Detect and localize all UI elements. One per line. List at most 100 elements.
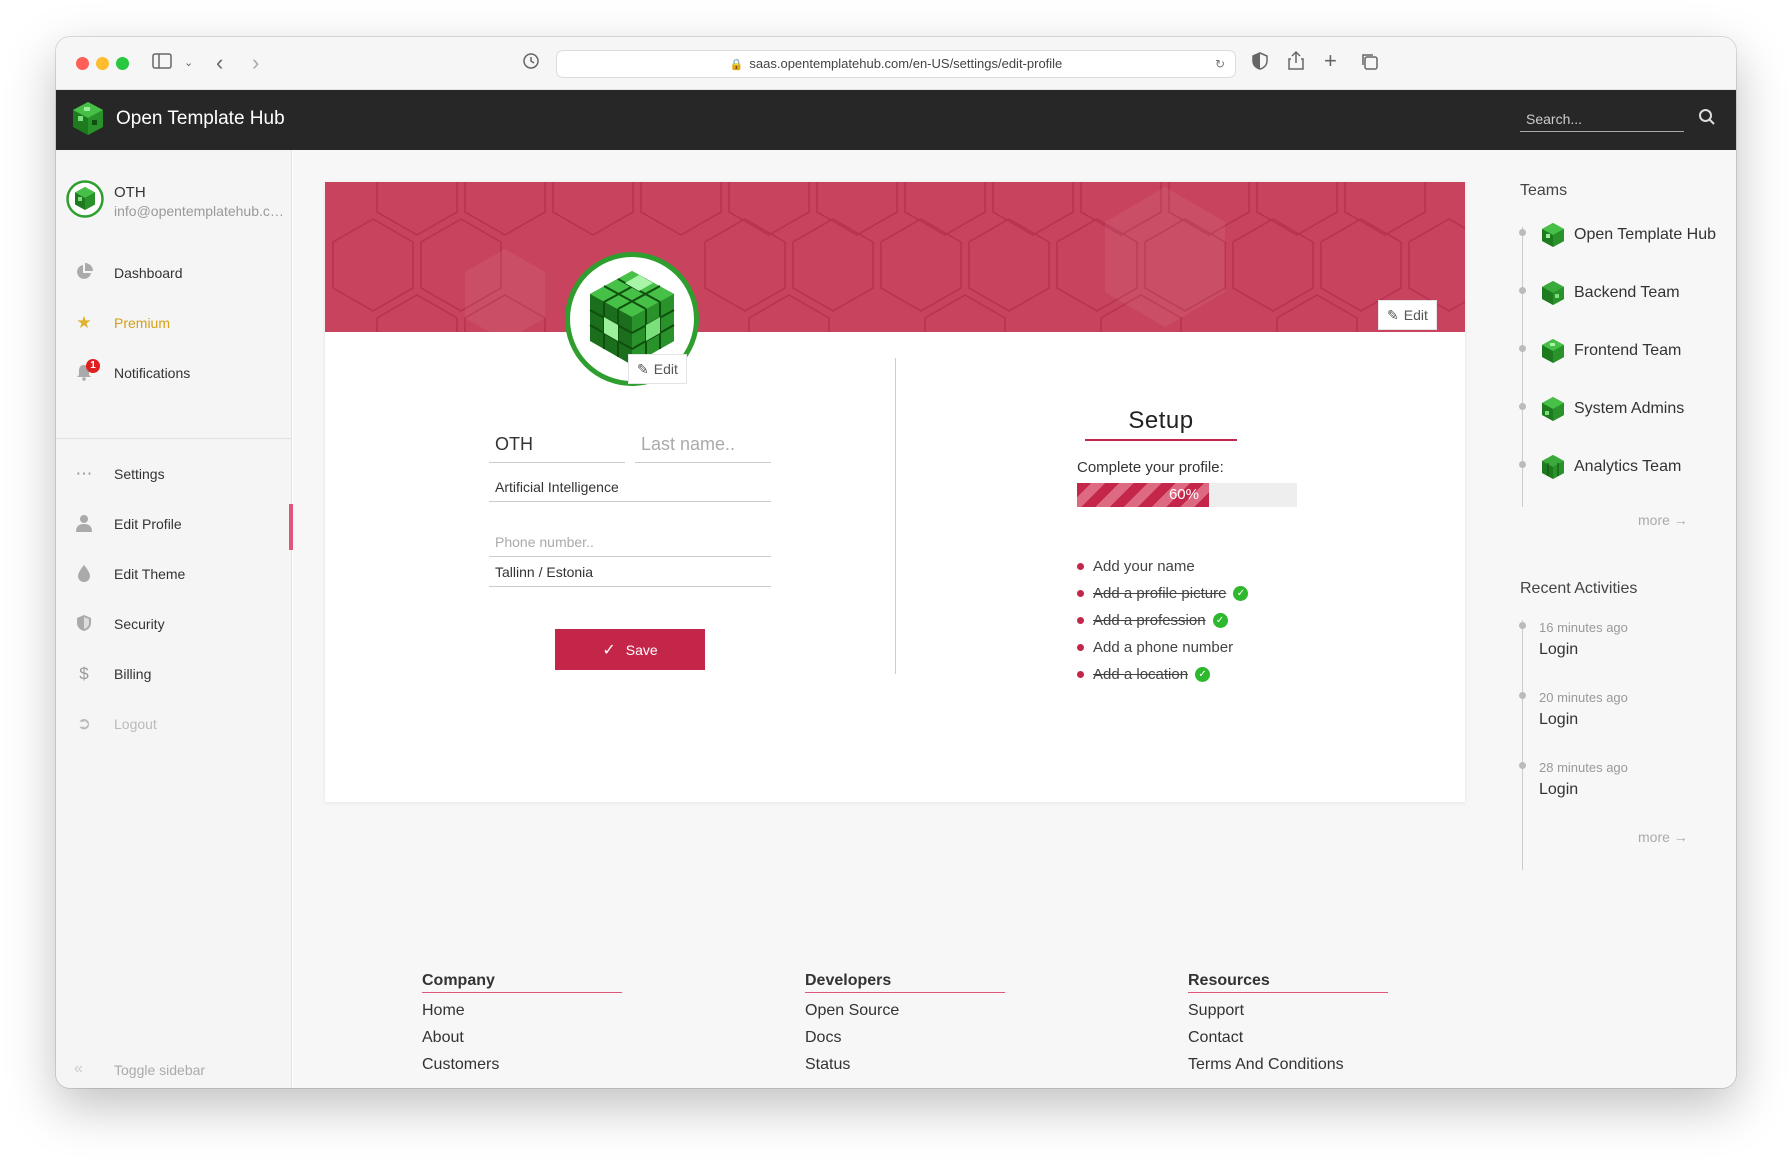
footer-heading: Company (422, 972, 622, 993)
profile-card: ✎ Edit ✎ Edit OTH Last name.. Artificial… (325, 182, 1465, 802)
minimize-window-button[interactable] (96, 57, 109, 70)
footer-link[interactable]: About (422, 1029, 622, 1047)
teams-more-link[interactable]: more → (1638, 512, 1688, 528)
toggle-sidebar-button[interactable]: « Toggle sidebar (56, 1056, 292, 1086)
sidebar-toggle-icon[interactable] (152, 51, 172, 75)
activity-time: 20 minutes ago (1539, 690, 1628, 705)
sidebar-item-label: Security (114, 616, 165, 632)
activity-time: 16 minutes ago (1539, 620, 1628, 635)
setup-underline (1085, 439, 1237, 441)
bullet-icon (1077, 670, 1084, 678)
toggle-sidebar-label: Toggle sidebar (114, 1062, 206, 1078)
sidebar-item-security[interactable]: Security (56, 604, 292, 644)
sidebar-item-billing[interactable]: $ Billing (56, 654, 292, 694)
location-input[interactable] (489, 557, 771, 587)
sidebar-item-label: Logout (114, 716, 157, 732)
footer-link[interactable]: Terms And Conditions (1188, 1056, 1388, 1074)
footer-column-developers: Developers Open Source Docs Status (805, 972, 1005, 1074)
footer-link[interactable]: Support (1188, 1002, 1388, 1020)
star-icon: ★ (76, 313, 92, 332)
cube-logo-icon (1542, 397, 1564, 421)
search-icon[interactable] (1698, 108, 1716, 126)
app-title[interactable]: Open Template Hub (116, 108, 285, 130)
activity-action: Login (1539, 641, 1579, 658)
setup-task: Add a profile picture ✓ (1077, 584, 1249, 606)
sidebar-item-notifications[interactable]: 1 Notifications (56, 353, 292, 393)
footer-link[interactable]: Status (805, 1056, 1005, 1074)
cube-logo-icon[interactable] (70, 100, 106, 136)
tabs-overview-icon[interactable] (1360, 52, 1378, 76)
save-label: Save (625, 641, 658, 658)
setup-task-label: Add a profession (1093, 612, 1206, 629)
activity-action: Login (1539, 711, 1579, 728)
browser-window: ⌄ ‹ › 🔒 saas.opentemplatehub.com/en-US/se… (56, 37, 1736, 1088)
edit-avatar-button[interactable]: ✎ Edit (628, 354, 687, 384)
history-icon[interactable] (522, 52, 540, 76)
save-button[interactable]: ✓ Save (555, 629, 705, 670)
shield-icon (74, 614, 94, 634)
setup-task: Add your name (1077, 557, 1195, 579)
sidebar-item-label: Dashboard (114, 265, 183, 281)
pie-chart-icon (74, 263, 94, 283)
profile-cover (325, 182, 1465, 332)
first-name-input[interactable] (489, 427, 625, 463)
edit-avatar-label: Edit (653, 361, 678, 377)
url-bar[interactable]: 🔒 saas.opentemplatehub.com/en-US/settings… (556, 50, 1236, 78)
sidebar-item-logout[interactable]: ➲ Logout (56, 704, 292, 744)
cube-logo-icon (1542, 455, 1564, 479)
last-name-input[interactable] (635, 427, 771, 463)
forward-icon[interactable]: › (252, 51, 259, 75)
sidebar-item-edit-theme[interactable]: Edit Theme (56, 554, 292, 594)
timeline-dot (1519, 345, 1526, 352)
timeline-dot (1519, 403, 1526, 410)
notification-badge: 1 (86, 359, 100, 373)
search-input[interactable] (1520, 106, 1684, 132)
sidebar: OTH info@opentemplatehub.com Dashboard ★… (56, 150, 293, 1088)
sidebar-item-settings[interactable]: ⋯ Settings (56, 454, 292, 494)
bullet-icon (1077, 562, 1084, 570)
sidebar-item-label: Edit Theme (114, 566, 186, 582)
team-label: Open Template Hub (1574, 226, 1717, 243)
sidebar-item-edit-profile[interactable]: Edit Profile (56, 504, 293, 550)
setup-task-label: Add a phone number (1093, 639, 1234, 656)
check-icon: ✓ (602, 641, 616, 659)
footer-link[interactable]: Docs (805, 1029, 1005, 1047)
activities-more-link[interactable]: more → (1638, 829, 1688, 845)
setup-task: Add a location ✓ (1077, 665, 1211, 687)
phone-input[interactable] (489, 527, 771, 557)
dollar-icon: $ (79, 664, 89, 683)
timeline-dot (1519, 762, 1526, 769)
teams-title: Teams (1520, 182, 1568, 199)
footer-link[interactable]: Home (422, 1002, 622, 1020)
sidebar-item-dashboard[interactable]: Dashboard (56, 253, 292, 293)
user-icon (74, 514, 94, 534)
team-label: Analytics Team (1574, 458, 1682, 475)
share-icon[interactable] (1288, 50, 1304, 76)
setup-task-label: Add a location (1093, 666, 1189, 683)
back-icon[interactable]: ‹ (216, 51, 223, 75)
team-label: System Admins (1574, 400, 1685, 417)
footer-column-resources: Resources Support Contact Terms And Cond… (1188, 972, 1388, 1074)
double-chevron-left-icon: « (74, 1060, 83, 1077)
timeline-dot (1519, 461, 1526, 468)
footer-link[interactable]: Customers (422, 1056, 622, 1074)
setup-task-label: Add a profile picture (1093, 585, 1227, 602)
complete-profile-label: Complete your profile: (1077, 459, 1224, 476)
hexagon-pattern (332, 182, 1465, 332)
timeline-dot (1519, 622, 1526, 629)
close-window-button[interactable] (76, 57, 89, 70)
sidebar-item-label: Edit Profile (114, 516, 182, 532)
footer-link[interactable]: Contact (1188, 1029, 1388, 1047)
new-tab-icon[interactable]: + (1324, 49, 1337, 73)
reload-icon[interactable]: ↻ (1215, 51, 1225, 77)
maximize-window-button[interactable] (116, 57, 129, 70)
chevron-down-icon[interactable]: ⌄ (184, 51, 193, 75)
profession-input[interactable] (489, 472, 771, 502)
team-label: Frontend Team (1574, 342, 1682, 359)
edit-cover-button[interactable]: ✎ Edit (1378, 300, 1437, 330)
sidebar-item-premium[interactable]: ★ Premium (56, 303, 292, 343)
avatar[interactable] (66, 180, 104, 218)
check-circle-icon: ✓ (1233, 585, 1249, 601)
shield-privacy-icon[interactable] (1252, 52, 1268, 76)
footer-link[interactable]: Open Source (805, 1002, 1005, 1020)
